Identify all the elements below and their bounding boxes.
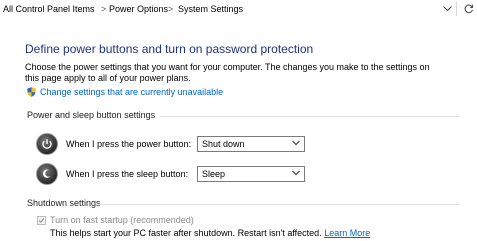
- address-divider: [456, 2, 457, 16]
- chevron-down-icon: [442, 6, 452, 12]
- page-title: Define power buttons and turn on passwor…: [25, 42, 314, 56]
- fast-startup-checkbox[interactable]: [37, 216, 46, 225]
- change-settings-link-text[interactable]: Change settings that are currently unava…: [40, 87, 223, 97]
- chevron-down-icon: [292, 170, 300, 176]
- sleep-button-select-value: Sleep: [202, 169, 226, 179]
- section-divider: [98, 204, 460, 205]
- section-divider: [160, 116, 460, 117]
- breadcrumb-item-power-options[interactable]: Power Options: [109, 4, 168, 14]
- breadcrumb-item-system-settings[interactable]: System Settings: [178, 4, 243, 14]
- breadcrumb-separator[interactable]: >: [101, 4, 106, 14]
- change-settings-link[interactable]: Change settings that are currently unava…: [27, 87, 223, 97]
- fast-startup-description: This helps start your PC faster after sh…: [50, 228, 370, 238]
- breadcrumb-item-all-control-panel[interactable]: All Control Panel Items: [3, 4, 95, 14]
- sleep-button-label: When I press the sleep button:: [66, 169, 189, 179]
- address-bar: All Control Panel Items > Power Options …: [0, 0, 477, 18]
- refresh-icon: [464, 4, 474, 14]
- uac-shield-icon: [27, 87, 36, 97]
- sleep-button-icon: [36, 163, 58, 185]
- chevron-down-icon: [292, 140, 300, 146]
- intro-text: Choose the power settings that you want …: [25, 62, 430, 83]
- shutdown-settings-heading: Shutdown settings: [27, 198, 101, 208]
- power-sleep-heading: Power and sleep button settings: [27, 110, 156, 120]
- learn-more-link[interactable]: Learn More: [324, 228, 370, 238]
- fast-startup-label: Turn on fast startup (recommended): [50, 215, 194, 225]
- fast-startup-description-text: This helps start your PC faster after sh…: [50, 228, 322, 238]
- breadcrumb-separator[interactable]: >: [168, 4, 173, 14]
- power-button-select[interactable]: Shut down: [197, 136, 305, 152]
- power-button-select-value: Shut down: [202, 139, 245, 149]
- checkmark-icon: [38, 218, 45, 224]
- sleep-button-select[interactable]: Sleep: [197, 166, 305, 182]
- power-button-icon: [36, 133, 58, 155]
- refresh-button[interactable]: [462, 2, 476, 16]
- power-button-label: When I press the power button:: [66, 139, 192, 149]
- address-dropdown-button[interactable]: [440, 2, 454, 16]
